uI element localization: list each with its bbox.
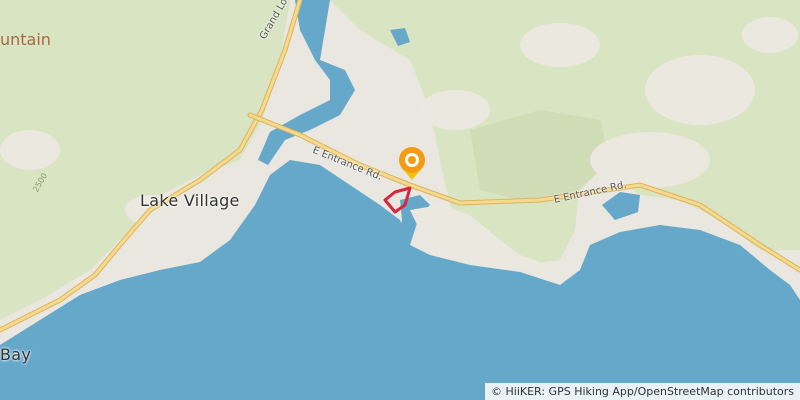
map-attribution: © HiiKER: GPS Hiking App/OpenStreetMap c… bbox=[485, 383, 800, 400]
attribution-text[interactable]: © HiiKER: GPS Hiking App/OpenStreetMap c… bbox=[491, 385, 794, 398]
location-pin-icon[interactable] bbox=[399, 147, 425, 180]
pond-east bbox=[602, 192, 640, 220]
map-canvas bbox=[0, 0, 800, 400]
map-view[interactable]: untain Lake Village Bay Grand Loop Road … bbox=[0, 0, 800, 400]
